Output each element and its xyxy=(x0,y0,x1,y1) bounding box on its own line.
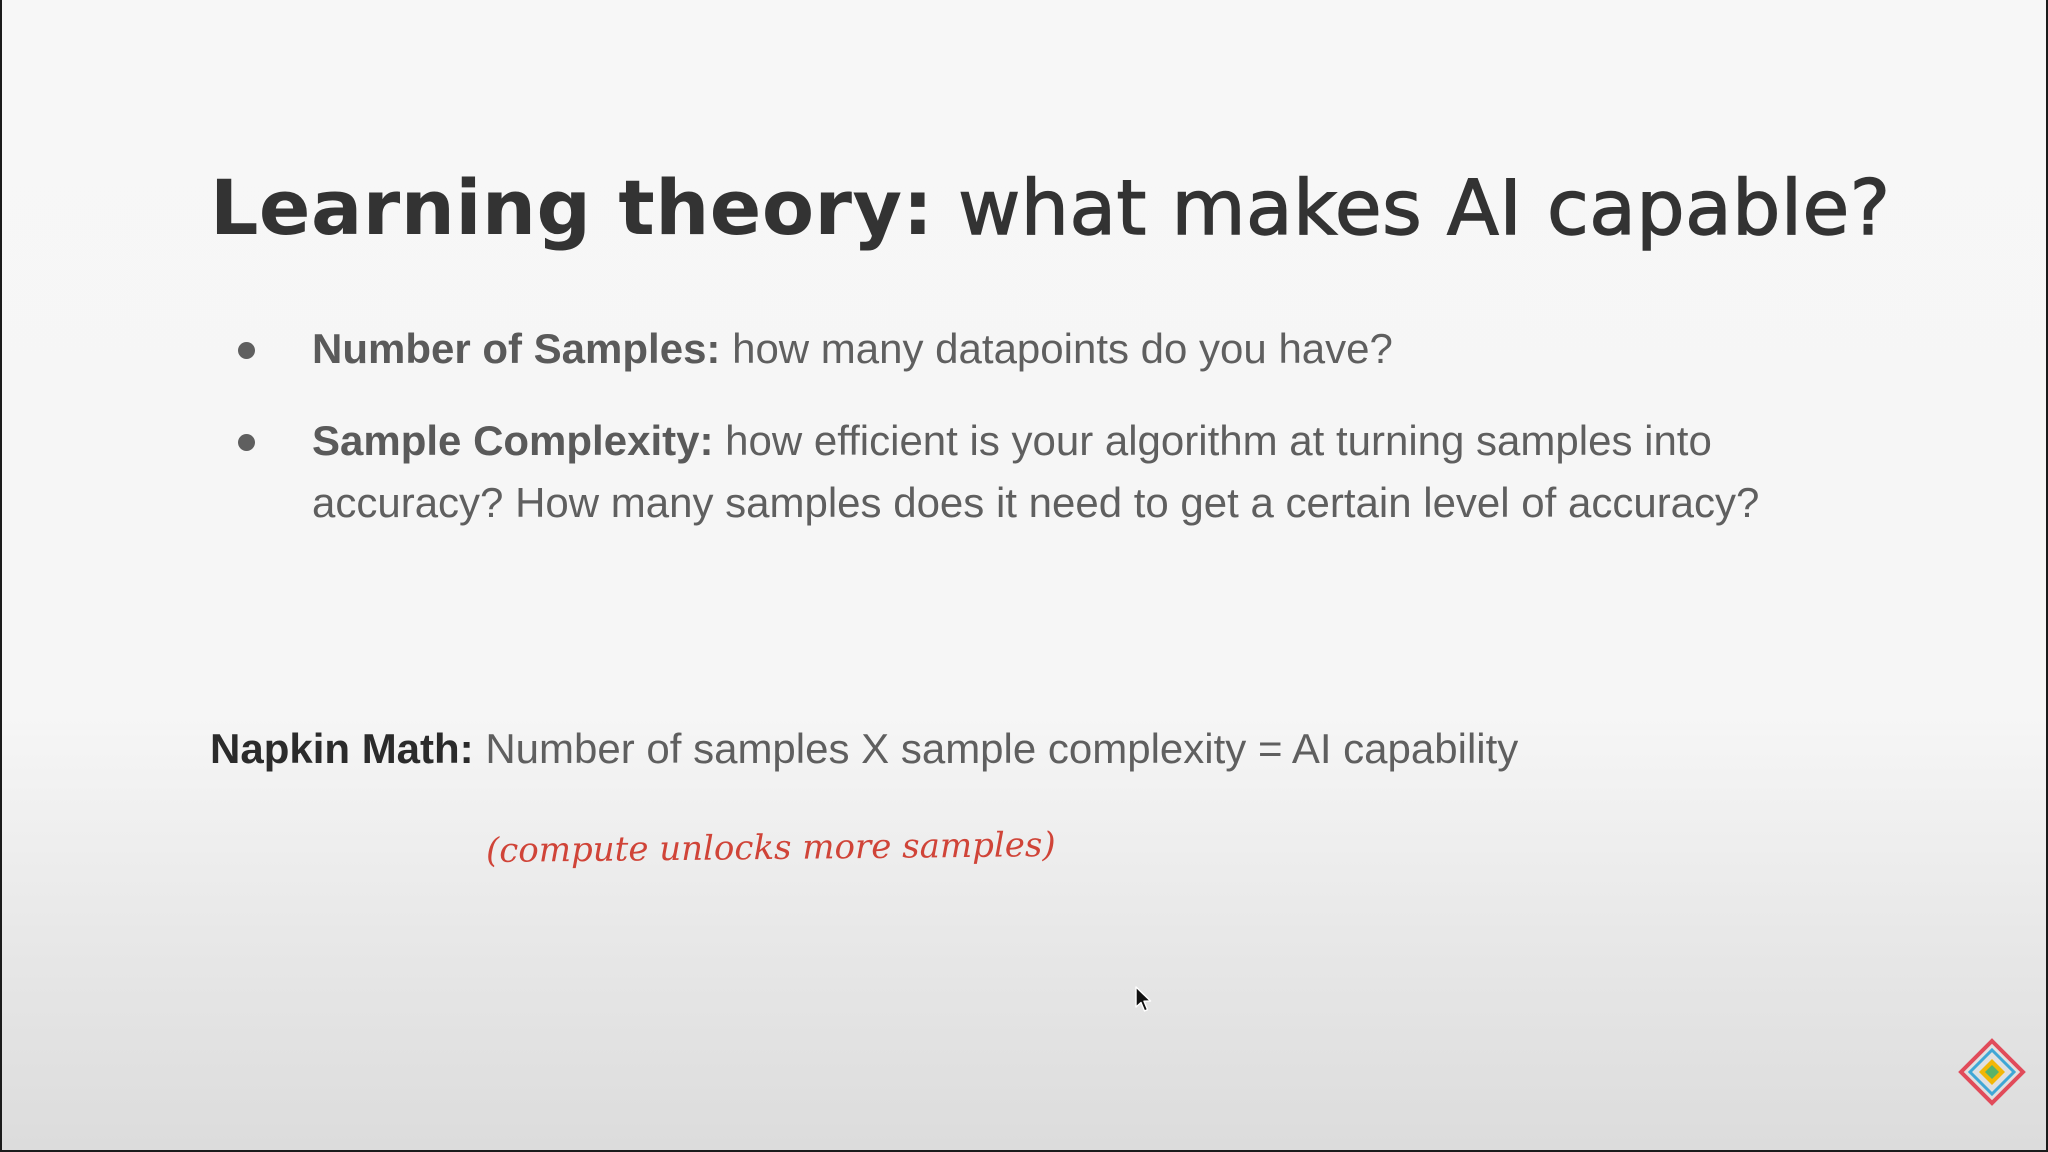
diamond-logo-icon xyxy=(1958,1038,2026,1106)
presentation-slide: Learning theory: what makes AI capable? … xyxy=(2,0,2046,1150)
slide-title: Learning theory: what makes AI capable? xyxy=(210,158,1891,258)
bullet-dot-icon xyxy=(238,434,255,451)
bullet-item-sample-complexity: Sample Complexity: how efficient is your… xyxy=(232,410,1792,534)
slide-title-rest: what makes AI capable? xyxy=(933,162,1891,252)
napkin-math-text: Number of samples X sample complexity = … xyxy=(473,725,1519,772)
bullet-item-number-of-samples: Number of Samples: how many datapoints d… xyxy=(232,318,1792,380)
bullet-term: Number of Samples: xyxy=(312,325,721,372)
bullet-dot-icon xyxy=(238,342,255,359)
bullet-text: how many datapoints do you have? xyxy=(720,325,1393,372)
video-frame: Learning theory: what makes AI capable? … xyxy=(0,0,2048,1152)
mouse-pointer-icon xyxy=(1135,986,1152,1012)
slide-title-bold: Learning theory: xyxy=(210,163,934,252)
bullet-term: Sample Complexity: xyxy=(312,417,714,464)
handwritten-annotation: (compute unlocks more samples) xyxy=(485,825,1056,871)
bullet-list: Number of Samples: how many datapoints d… xyxy=(232,318,1792,564)
napkin-math-line: Napkin Math: Number of samples X sample … xyxy=(210,718,1518,780)
napkin-math-term: Napkin Math: xyxy=(210,725,474,772)
